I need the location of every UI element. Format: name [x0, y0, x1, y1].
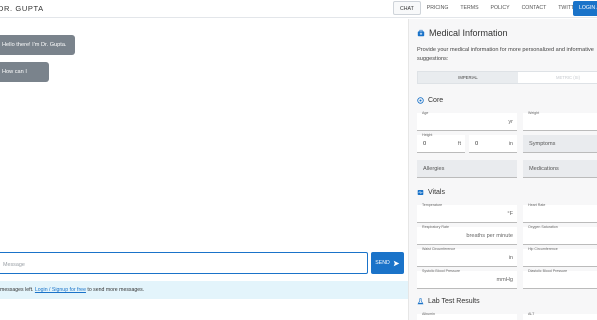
weight-label: Weight [528, 111, 540, 115]
height-in-value: 0 [475, 141, 479, 147]
height-ft-value: 0 [423, 141, 427, 147]
height-ft-field[interactable]: Height 0 ft [417, 133, 465, 153]
heart-rate-label: Heart Rate [528, 203, 546, 207]
message-input[interactable] [0, 255, 367, 275]
brand-logo[interactable]: DR. GUPTA [0, 4, 44, 13]
medications-placeholder: Medications [529, 166, 559, 172]
nav-pricing[interactable]: PRICING [421, 1, 455, 15]
age-label: Age [422, 111, 429, 115]
alt-field[interactable]: ALT [523, 312, 597, 320]
respiratory-rate-label: Respiratory Rate [422, 225, 449, 229]
nav-policy[interactable]: POLICY [485, 1, 516, 15]
systolic-bp-field[interactable]: Systolic Blood Pressure mmHg [417, 269, 517, 289]
message-input-wrapper [0, 252, 368, 275]
login-button[interactable]: LOGIN / [573, 1, 597, 16]
diastolic-bp-field[interactable]: Diastolic Blood Pressure [523, 269, 597, 289]
toggle-imperial[interactable]: IMPERIAL [418, 72, 518, 83]
flask-icon [417, 298, 424, 305]
notice-prefix: messages left. [0, 287, 34, 293]
lab-title: Lab Test Results [428, 298, 480, 305]
diastolic-bp-label: Diastolic Blood Pressure [528, 269, 568, 273]
panel-description: Provide your medical information for mor… [417, 47, 594, 62]
top-navbar: DR. GUPTA CHAT PRICING TERMS POLICY CONT… [0, 0, 597, 18]
core-title: Core [428, 97, 444, 104]
unit-toggle: IMPERIAL METRIC (SI) [417, 71, 597, 84]
age-field[interactable]: Age yr [417, 111, 517, 131]
respiratory-rate-unit: breaths per minute [466, 233, 513, 239]
chat-message: How can I help? [0, 62, 49, 95]
nav-menu: CHAT PRICING TERMS POLICY CONTACT TWITTE… [393, 0, 587, 16]
weight-field[interactable]: Weight [523, 111, 597, 131]
alt-label: ALT [528, 312, 535, 316]
medical-info-panel: Medical Information Provide your medical… [408, 19, 597, 320]
allergies-placeholder: Allergies [423, 166, 445, 172]
age-unit: yr [508, 119, 513, 125]
nav-chat[interactable]: CHAT [393, 1, 421, 15]
lab-section-title: Lab Test Results [417, 298, 480, 305]
waist-circumference-field[interactable]: Waist Circumference in [417, 247, 517, 267]
toggle-metric[interactable]: METRIC (SI) [518, 72, 597, 83]
send-label: SEND [375, 260, 390, 266]
temperature-label: Temperature [422, 203, 443, 207]
nav-terms[interactable]: TERMS [454, 1, 484, 15]
symptoms-placeholder: Symptoms [529, 141, 556, 147]
respiratory-rate-field[interactable]: Respiratory Rate breaths per minute [417, 225, 517, 245]
height-in-field[interactable]: 0 in [469, 135, 517, 153]
waist-circumference-unit: in [508, 255, 513, 261]
oxygen-saturation-label: Oxygen Saturation [528, 225, 558, 229]
vitals-icon [417, 190, 424, 195]
nav-contact[interactable]: CONTACT [516, 1, 553, 15]
waist-circumference-label: Waist Circumference [422, 247, 456, 251]
albumin-label: Albumin [422, 312, 435, 316]
vitals-section-title: Vitals [417, 189, 445, 196]
height-in-unit: in [508, 141, 513, 147]
hip-circumference-field[interactable]: Hip Circumference [523, 247, 597, 267]
height-label: Height [422, 133, 433, 137]
temperature-field[interactable]: Temperature °F [417, 203, 517, 223]
send-button[interactable]: SEND [371, 252, 404, 274]
hip-circumference-label: Hip Circumference [528, 247, 558, 251]
send-icon [393, 260, 400, 266]
vitals-title: Vitals [428, 189, 445, 196]
temperature-unit: °F [507, 211, 513, 217]
notice-suffix: to send more messages. [87, 287, 145, 293]
panel-title: Medical Information [417, 28, 508, 38]
height-ft-unit: ft [457, 141, 461, 147]
oxygen-saturation-field[interactable]: Oxygen Saturation [523, 225, 597, 245]
systolic-bp-unit: mmHg [496, 277, 513, 283]
medical-bag-icon [417, 29, 425, 37]
heart-rate-field[interactable]: Heart Rate [523, 203, 597, 223]
systolic-bp-label: Systolic Blood Pressure [422, 269, 460, 273]
login-signup-link[interactable]: Login / Signup for free [35, 287, 86, 293]
chat-message: Hello there! I'm Dr. Gupta. [0, 35, 75, 55]
panel-title-text: Medical Information [429, 28, 508, 38]
core-icon [417, 97, 424, 104]
message-limit-notice: messages left. Login / Signup for free t… [0, 281, 408, 299]
symptoms-select[interactable]: Symptoms [523, 135, 597, 153]
allergies-select[interactable]: Allergies [417, 160, 517, 178]
medications-select[interactable]: Medications [523, 160, 597, 178]
core-section-title: Core [417, 97, 443, 104]
albumin-field[interactable]: Albumin [417, 312, 517, 320]
